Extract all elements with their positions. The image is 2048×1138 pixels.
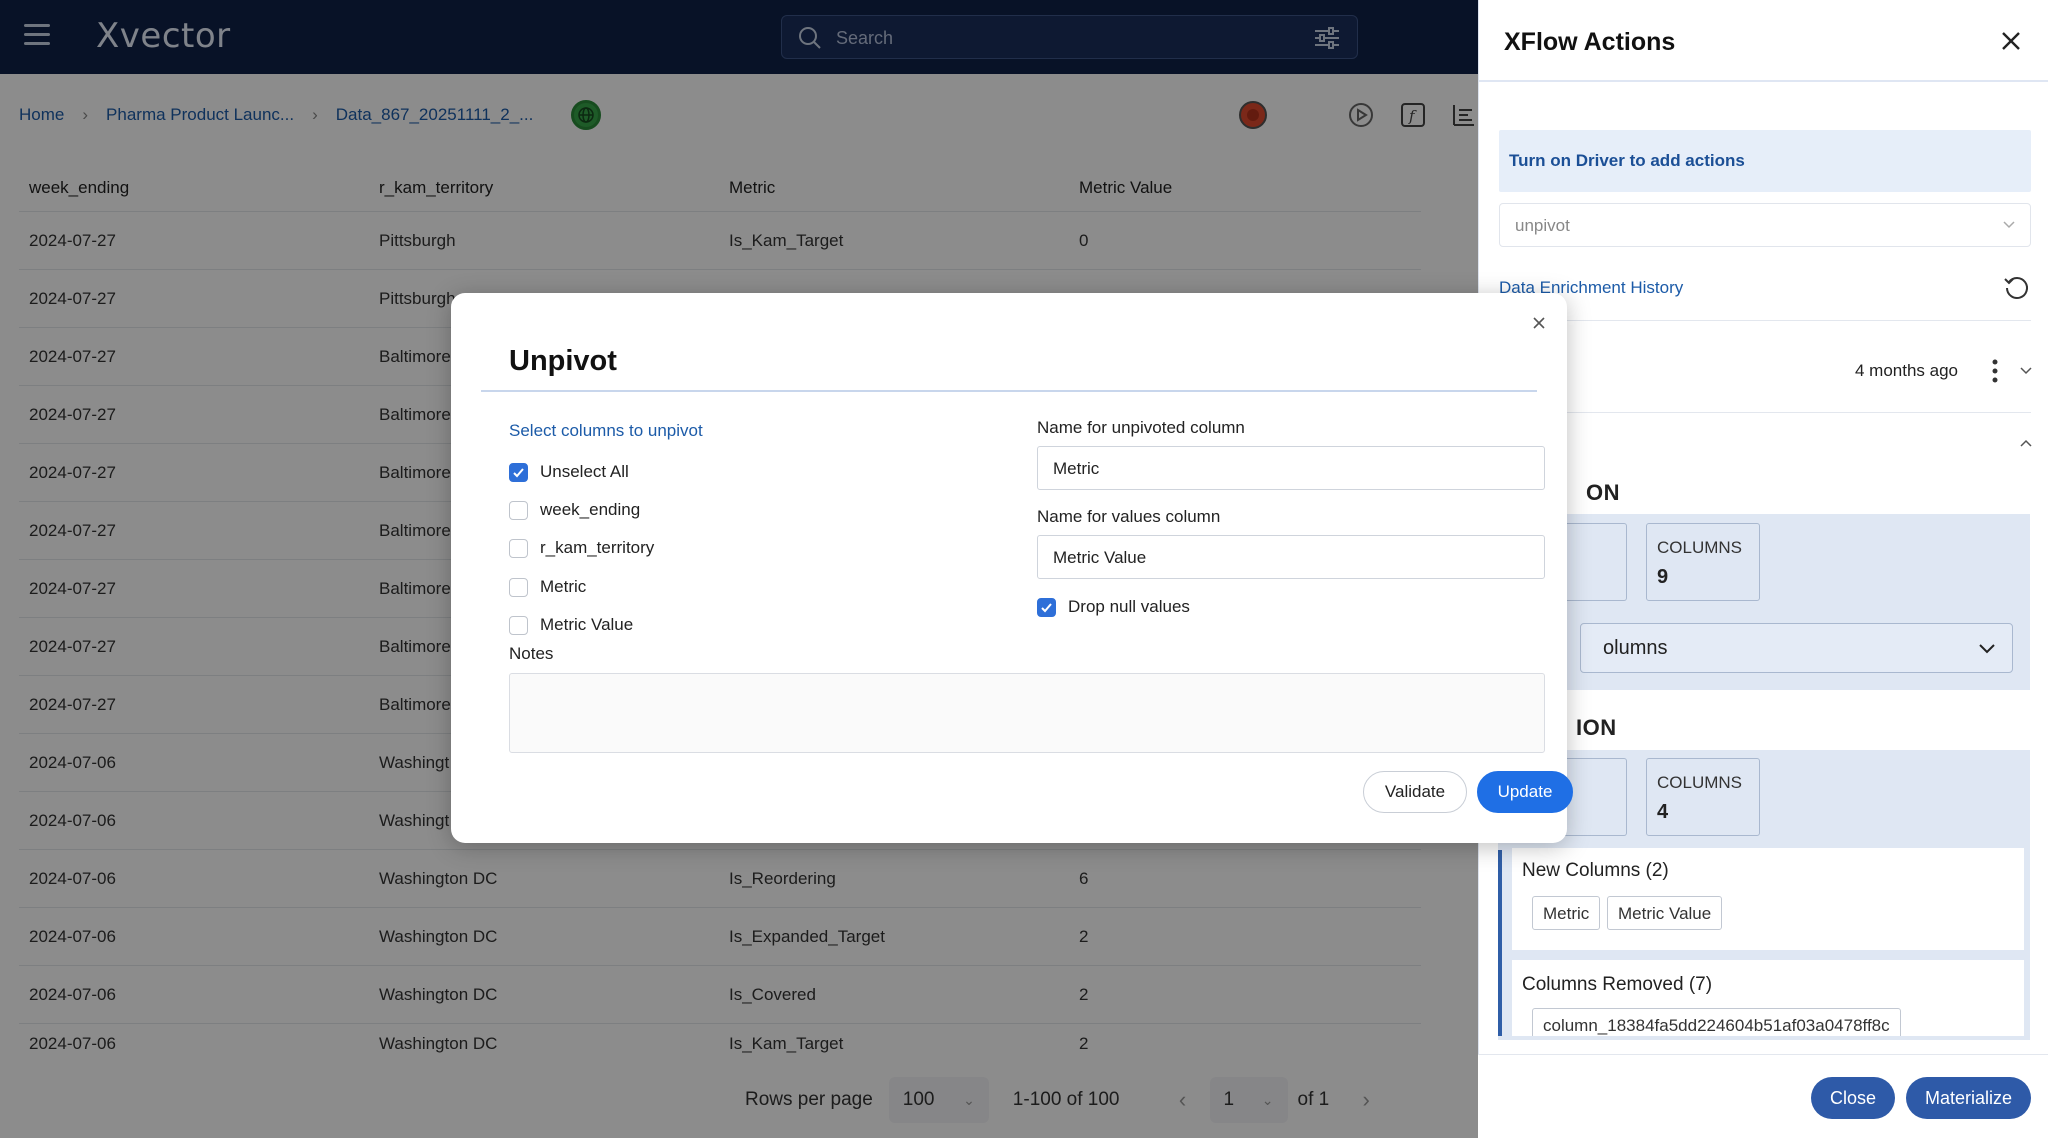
section-label-before: ON xyxy=(1586,480,1620,505)
stat-key: COLUMNS xyxy=(1657,538,1743,557)
checkbox-label: Drop null values xyxy=(1068,597,1190,616)
update-button[interactable]: Update xyxy=(1477,771,1573,813)
notes-textarea[interactable] xyxy=(509,673,1545,753)
unpivot-dialog: Unpivot Select columns to unpivot Unsele… xyxy=(451,293,1573,843)
driver-notice: Turn on Driver to add actions xyxy=(1499,130,2031,192)
unpivoted-column-input[interactable]: Metric xyxy=(1037,446,1545,490)
checkbox-icon[interactable] xyxy=(509,538,528,558)
stat-value: 4 xyxy=(1657,801,1669,823)
divider xyxy=(1499,320,2031,321)
input-value: Metric Value xyxy=(1053,548,1147,567)
columns-removed-box: Columns Removed (7) column_18384fa5dd224… xyxy=(1512,960,2024,1036)
checkbox-checked-icon[interactable] xyxy=(1037,597,1056,617)
validate-button[interactable]: Validate xyxy=(1363,771,1467,813)
checkbox-metric-value[interactable]: Metric Value xyxy=(509,613,633,637)
values-column-input[interactable]: Metric Value xyxy=(1037,535,1545,579)
checkbox-label: Metric Value xyxy=(540,615,634,634)
chevron-down-icon xyxy=(1979,644,1995,654)
accent-bar xyxy=(1498,850,1502,1036)
section-label-after: ION xyxy=(1576,715,1617,740)
close-button[interactable]: Close xyxy=(1811,1077,1895,1119)
checkbox-metric[interactable]: Metric xyxy=(509,575,586,599)
checkbox-checked-icon[interactable] xyxy=(509,462,528,482)
input-value: Metric xyxy=(1053,459,1100,478)
panel-header: XFlow Actions xyxy=(1479,0,2048,82)
checkbox-icon[interactable] xyxy=(509,615,528,635)
driver-notice-text: Turn on Driver to add actions xyxy=(1509,151,1745,170)
dialog-title: Unpivot xyxy=(509,345,617,377)
time-ago: 4 months ago xyxy=(1855,361,1959,380)
select-columns-label: Select columns to unpivot xyxy=(509,421,703,440)
divider xyxy=(481,390,1537,392)
column-chip: Metric xyxy=(1532,896,1601,930)
history-icon[interactable] xyxy=(2003,274,2031,302)
new-columns-title: New Columns (2) xyxy=(1522,860,1669,881)
values-column-label: Name for values column xyxy=(1037,507,1221,526)
action-select[interactable]: unpivot xyxy=(1499,203,2031,247)
close-icon[interactable] xyxy=(2000,30,2022,52)
checkbox-label: week_ending xyxy=(540,500,641,519)
more-vertical-icon[interactable] xyxy=(1991,358,1999,384)
stat-value: 9 xyxy=(1657,566,1669,588)
columns-stat-card: COLUMNS 4 xyxy=(1646,758,1760,836)
checkbox-icon[interactable] xyxy=(509,500,528,520)
unpivoted-column-label: Name for unpivoted column xyxy=(1037,418,1245,437)
chevron-down-icon xyxy=(2003,221,2015,229)
columns-stat-card: COLUMNS 9 xyxy=(1646,523,1760,601)
chevron-down-icon[interactable] xyxy=(2019,364,2033,378)
panel-footer: Close Materialize xyxy=(1478,1054,2048,1138)
checkbox-r-kam-territory[interactable]: r_kam_territory xyxy=(509,536,654,560)
close-icon[interactable] xyxy=(1531,315,1547,331)
checkbox-drop-null[interactable]: Drop null values xyxy=(1037,595,1190,619)
checkbox-label: r_kam_territory xyxy=(540,538,655,557)
chevron-up-icon[interactable] xyxy=(2019,436,2033,450)
column-chip: column_18384fa5dd224604b51af03a0478ff8c xyxy=(1532,1008,1901,1036)
notes-label: Notes xyxy=(509,644,554,663)
columns-dropdown[interactable]: olumns xyxy=(1580,623,2013,673)
divider xyxy=(1499,412,2031,413)
action-select-value: unpivot xyxy=(1515,216,1570,235)
panel-title: XFlow Actions xyxy=(1504,28,1676,56)
stat-key: COLUMNS xyxy=(1657,773,1743,792)
new-columns-box: New Columns (2) Metric Metric Value xyxy=(1512,848,2024,950)
checkbox-label: Metric xyxy=(540,577,587,596)
checkbox-icon[interactable] xyxy=(509,577,528,597)
checkbox-week-ending[interactable]: week_ending xyxy=(509,498,640,522)
columns-dropdown-value: olumns xyxy=(1603,637,1668,659)
checkbox-unselect-all[interactable]: Unselect All xyxy=(509,460,629,484)
columns-removed-title: Columns Removed (7) xyxy=(1522,974,1713,995)
checkbox-label: Unselect All xyxy=(540,462,629,481)
materialize-button[interactable]: Materialize xyxy=(1906,1077,2031,1119)
column-chip: Metric Value xyxy=(1607,896,1723,930)
